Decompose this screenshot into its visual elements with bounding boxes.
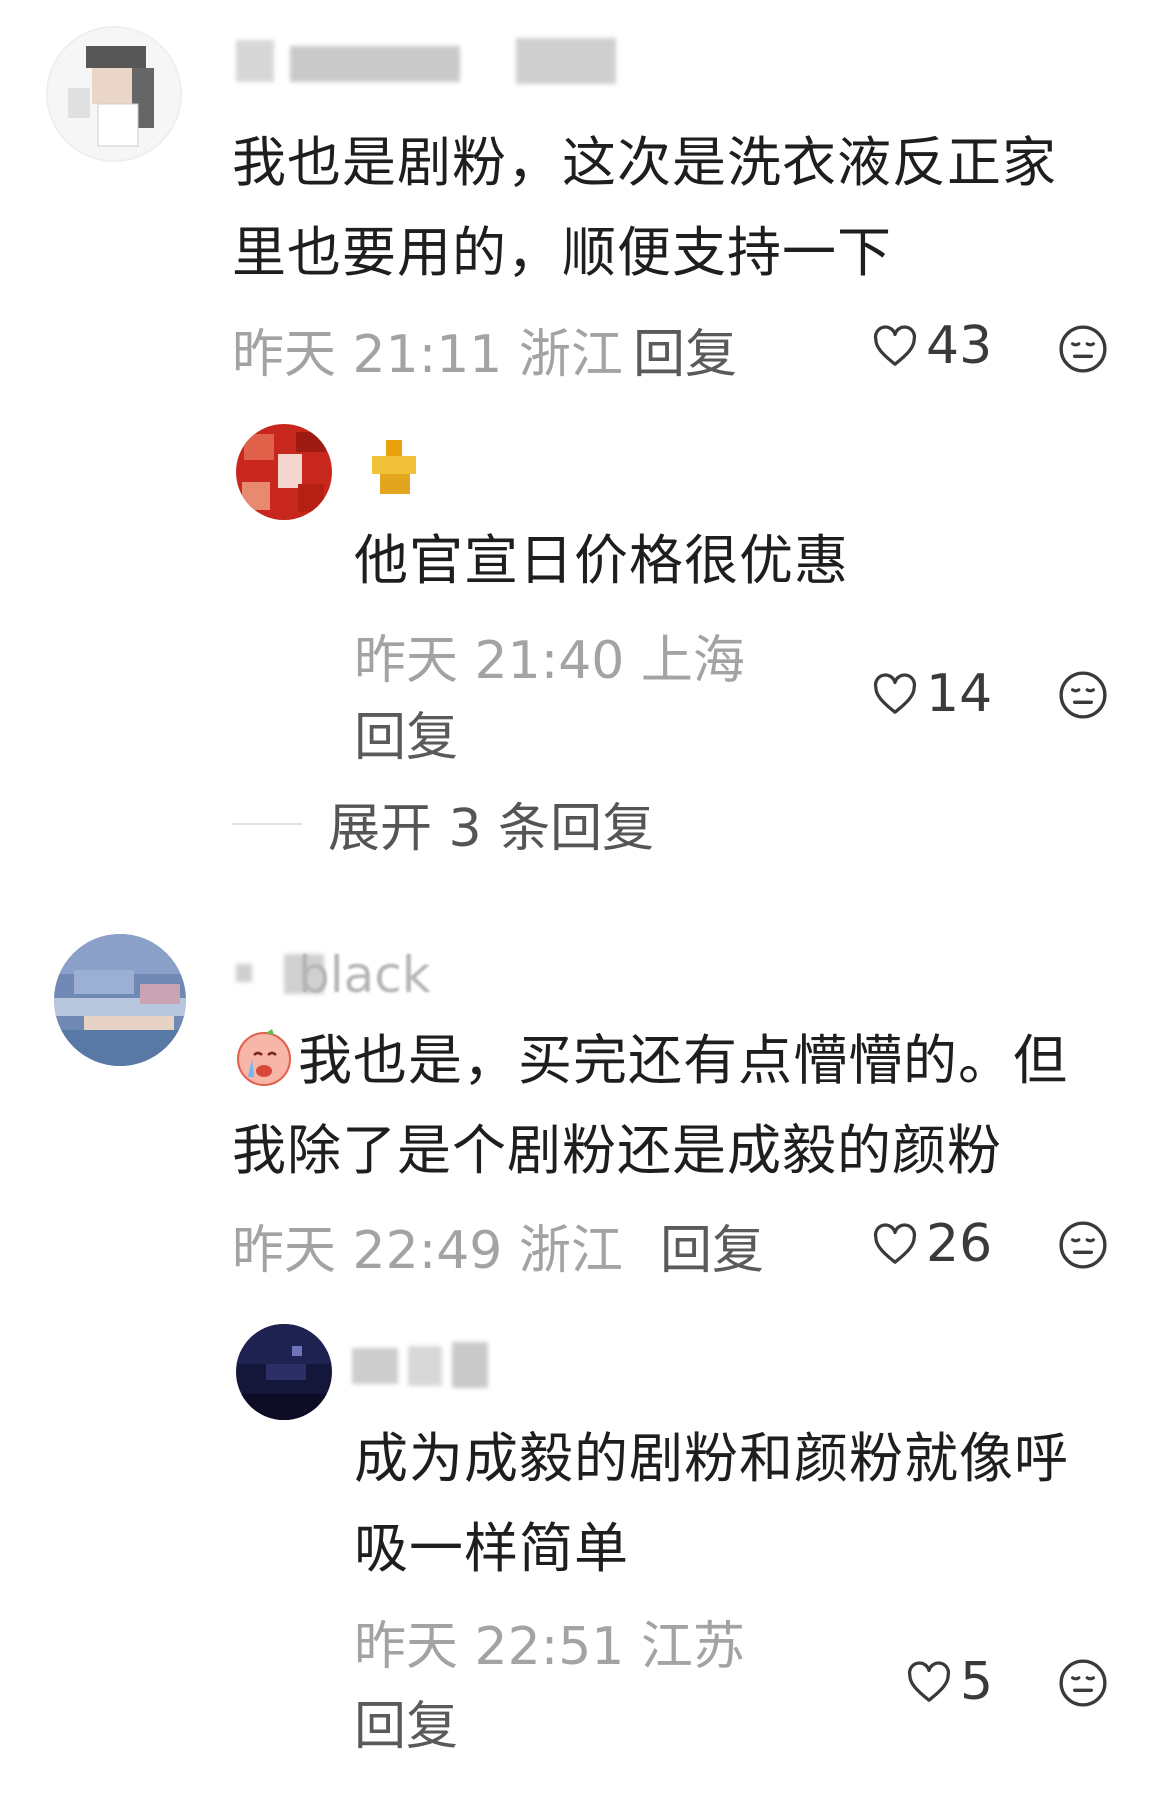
reply-button[interactable]: 回复 — [354, 1684, 458, 1759]
like-count: 5 — [960, 1652, 994, 1712]
reply-meta: 昨天 22:51 江苏 — [354, 1617, 745, 1677]
avatar[interactable] — [46, 26, 182, 162]
like-button[interactable]: 26 — [872, 1214, 992, 1274]
reply-button[interactable]: 回复 — [354, 695, 458, 770]
comment-text: 我也是，买完还有点懵懵的。但 我除了是个剧粉还是成毅的颜粉 — [232, 1016, 1132, 1196]
comment-meta: 昨天 22:49 浙江 — [232, 1221, 623, 1281]
reply-text: 他官宣日价格很优惠 — [354, 529, 849, 592]
reply-text: 成为成毅的剧粉和颜粉就像呼 吸一样简单 — [354, 1427, 1069, 1580]
reply-button[interactable]: 回复 — [660, 1208, 764, 1283]
comment-text: 我也是剧粉，这次是洗衣液反正家 里也要用的，顺便支持一下 — [232, 131, 1057, 284]
avatar[interactable] — [54, 934, 186, 1066]
like-button[interactable]: 14 — [872, 664, 992, 724]
heart-outline-icon — [873, 325, 917, 366]
comment-meta: 昨天 21:11 浙江 — [232, 325, 623, 385]
neutral-face-icon[interactable] — [1058, 324, 1108, 374]
username-blurred[interactable] — [366, 440, 426, 494]
heart-outline-icon — [873, 1223, 917, 1264]
username-text: black — [298, 946, 431, 1004]
username-blurred[interactable] — [352, 1340, 502, 1388]
like-button[interactable]: 5 — [906, 1652, 993, 1712]
reply-meta: 昨天 21:40 上海 — [354, 631, 745, 691]
neutral-face-icon[interactable] — [1058, 1658, 1108, 1708]
like-count: 43 — [926, 316, 993, 376]
expand-replies-button[interactable]: 展开 3 条回复 — [232, 786, 654, 861]
like-count: 14 — [926, 664, 993, 724]
badge-icon — [372, 440, 416, 494]
reply-button[interactable]: 回复 — [633, 312, 737, 387]
avatar[interactable] — [236, 424, 332, 520]
like-button[interactable]: 43 — [872, 316, 992, 376]
divider-line — [232, 822, 302, 825]
like-count: 26 — [926, 1214, 993, 1274]
avatar[interactable] — [236, 1324, 332, 1420]
neutral-face-icon[interactable] — [1058, 670, 1108, 720]
heart-outline-icon — [907, 1661, 951, 1702]
neutral-face-icon[interactable] — [1058, 1220, 1108, 1270]
username[interactable]: black — [236, 946, 456, 1004]
crying-emoji-icon — [232, 1025, 296, 1089]
heart-outline-icon — [873, 673, 917, 714]
username-blurred[interactable] — [236, 36, 636, 84]
